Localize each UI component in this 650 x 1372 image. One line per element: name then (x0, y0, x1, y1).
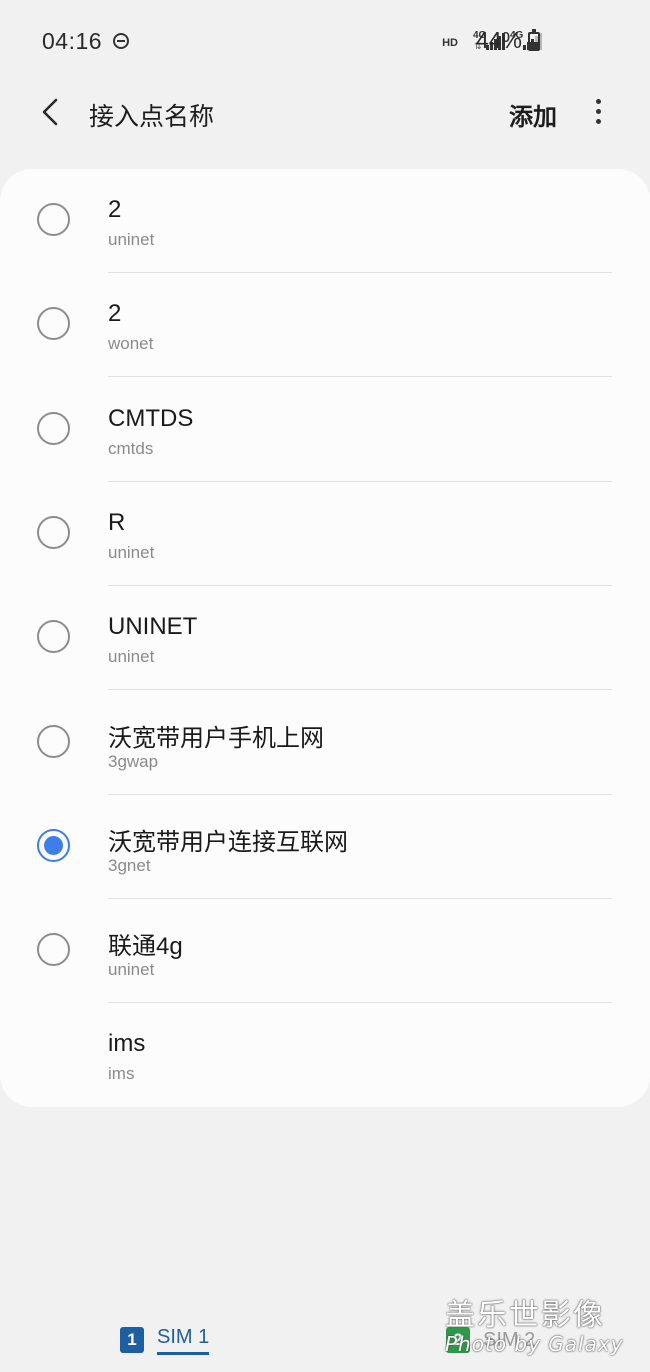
apn-value: 3gwap (108, 752, 159, 771)
divider (108, 376, 612, 377)
apn-radio[interactable] (37, 307, 70, 340)
apn-name: 联通4g (108, 933, 183, 960)
apn-name: R (108, 509, 126, 536)
battery-charging-icon (528, 29, 540, 51)
do-not-disturb-icon (113, 33, 129, 49)
apn-value: uninet (108, 960, 155, 979)
back-button[interactable] (32, 92, 72, 132)
apn-radio[interactable] (37, 412, 70, 445)
apn-list: 2 uninet 2 wonet CMTDS cmtds R uninet UN… (0, 169, 650, 1107)
apn-radio-selected[interactable] (37, 829, 70, 862)
tab-sim-1[interactable]: 1 SIM 1 (120, 1320, 210, 1360)
apn-item-selected[interactable]: 沃宽带用户连接互联网 3gnet (0, 795, 650, 899)
apn-value: ims (108, 1064, 135, 1083)
apn-radio[interactable] (37, 620, 70, 653)
apn-name: 沃宽带用户手机上网 (108, 725, 324, 752)
apn-radio[interactable] (37, 725, 70, 758)
tab-label: SIM 2 (483, 1328, 536, 1351)
apn-name: ims (108, 1030, 146, 1057)
apn-radio[interactable] (37, 203, 70, 236)
apn-item[interactable]: 联通4g uninet (0, 899, 650, 1003)
tab-label: SIM 1 (157, 1326, 210, 1355)
battery-percent: 44% (475, 27, 522, 53)
tab-sim-2[interactable]: 2 SIM 2 (446, 1320, 535, 1360)
chevron-left-icon (42, 98, 58, 126)
apn-radio[interactable] (37, 516, 70, 549)
page-title: 接入点名称 (89, 103, 215, 131)
apn-value: uninet (108, 647, 155, 666)
apn-item[interactable]: R uninet (0, 482, 650, 586)
apn-name: 沃宽带用户连接互联网 (108, 829, 348, 856)
apn-item[interactable]: UNINET uninet (0, 586, 650, 690)
status-time: 04:16 (42, 28, 103, 54)
add-button[interactable]: 添加 (509, 97, 557, 132)
apn-item[interactable]: ims ims (0, 1003, 650, 1107)
apn-name: UNINET (108, 613, 198, 640)
apn-value: uninet (108, 543, 155, 562)
apn-value: uninet (108, 230, 155, 249)
apn-value: 3gnet (108, 856, 151, 875)
apn-name: CMTDS (108, 405, 194, 432)
apn-name: 2 (108, 196, 122, 223)
apn-item[interactable]: 2 uninet (0, 169, 650, 273)
apn-item[interactable]: CMTDS cmtds (0, 378, 650, 482)
apn-value: wonet (108, 334, 154, 353)
divider (108, 689, 612, 690)
sim-1-icon: 1 (120, 1327, 144, 1353)
status-bar: 04:16 HD 4G ⇅ 4G 44% (0, 0, 650, 84)
app-header: 接入点名称 添加 (0, 84, 650, 144)
apn-value: cmtds (108, 439, 154, 458)
apn-radio[interactable] (37, 933, 70, 966)
apn-name: 2 (108, 300, 122, 327)
apn-item[interactable]: 沃宽带用户手机上网 3gwap (0, 691, 650, 795)
sim-2-icon: 2 (446, 1327, 470, 1353)
more-options-icon (596, 99, 601, 104)
apn-item[interactable]: 2 wonet (0, 273, 650, 377)
hd-voice-icon: HD (442, 37, 458, 49)
more-options-button[interactable] (582, 94, 616, 130)
